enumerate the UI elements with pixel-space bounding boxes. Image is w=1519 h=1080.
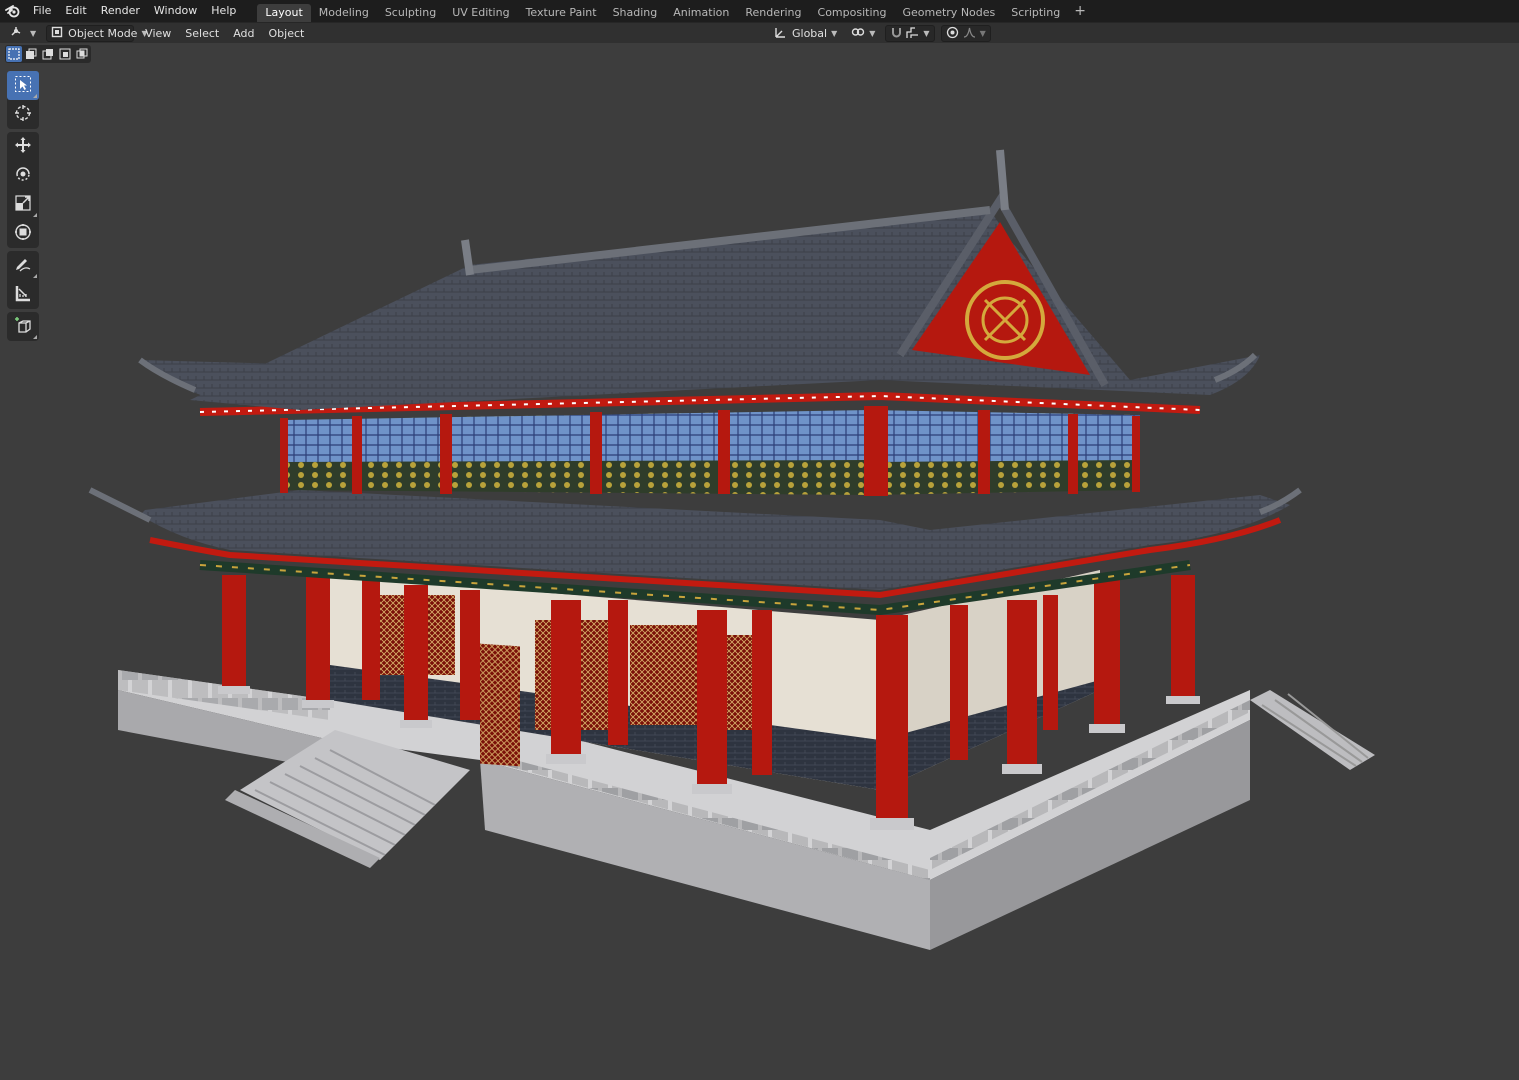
add-tool-group bbox=[7, 312, 39, 341]
falloff-curve-icon bbox=[963, 26, 976, 42]
add-workspace-button[interactable]: + bbox=[1068, 3, 1092, 19]
selection-mode-group bbox=[5, 45, 91, 63]
transform-controls: Global ▼ ▼ ▼ ▼ bbox=[770, 25, 991, 42]
annotate-tool[interactable] bbox=[7, 251, 39, 280]
menu-window[interactable]: Window bbox=[147, 0, 204, 22]
menu-select[interactable]: Select bbox=[178, 23, 226, 44]
transform-icon bbox=[14, 223, 32, 244]
cursor-icon bbox=[14, 104, 32, 125]
tool-variants-corner bbox=[33, 335, 37, 339]
mode-label: Object Mode bbox=[68, 26, 138, 40]
tab-animation[interactable]: Animation bbox=[665, 4, 737, 22]
select-subtract-icon[interactable] bbox=[40, 46, 56, 62]
measure-tool[interactable] bbox=[7, 280, 39, 309]
temple-model-render bbox=[88, 149, 1375, 950]
menu-help[interactable]: Help bbox=[204, 0, 243, 22]
tab-geometry-nodes[interactable]: Geometry Nodes bbox=[894, 4, 1003, 22]
move-arrows-icon bbox=[14, 136, 32, 157]
tool-variants-corner bbox=[33, 274, 37, 278]
chevron-down-icon: ▼ bbox=[831, 29, 838, 38]
scale-tool[interactable] bbox=[7, 190, 39, 219]
blender-logo-icon[interactable] bbox=[0, 0, 26, 22]
tab-rendering[interactable]: Rendering bbox=[737, 4, 809, 22]
viewport-header: ▼ Object Mode ▼ View Select Add Object G… bbox=[0, 22, 1519, 43]
menu-view[interactable]: View bbox=[138, 23, 178, 44]
annotate-tool-group bbox=[7, 251, 39, 309]
orientation-axes-icon bbox=[774, 26, 787, 42]
chevron-down-icon: ▼ bbox=[979, 29, 986, 38]
proportional-editing-icon bbox=[946, 26, 959, 42]
add-cube-tool[interactable] bbox=[7, 312, 39, 341]
select-box-tool[interactable] bbox=[7, 71, 39, 100]
tab-modeling[interactable]: Modeling bbox=[311, 4, 377, 22]
transform-orientation-selector[interactable]: Global ▼ bbox=[770, 25, 841, 42]
tab-layout[interactable]: Layout bbox=[257, 4, 311, 22]
ruler-icon bbox=[14, 284, 32, 305]
tool-variants-corner bbox=[33, 94, 37, 98]
select-box-icon bbox=[14, 75, 32, 96]
proportional-editing-toggle[interactable]: ▼ bbox=[940, 25, 991, 42]
object-mode-icon bbox=[51, 26, 63, 41]
transform-tool[interactable] bbox=[7, 219, 39, 248]
tab-uv-editing[interactable]: UV Editing bbox=[444, 4, 517, 22]
tab-shading[interactable]: Shading bbox=[605, 4, 666, 22]
chevron-down-icon: ▼ bbox=[923, 29, 930, 38]
select-invert-icon[interactable] bbox=[57, 46, 73, 62]
tab-compositing[interactable]: Compositing bbox=[810, 4, 895, 22]
pencil-icon bbox=[14, 255, 32, 276]
workspace-tabs: Layout Modeling Sculpting UV Editing Tex… bbox=[257, 0, 1092, 22]
chevron-down-icon: ▼ bbox=[30, 28, 37, 38]
upper-story bbox=[199, 391, 1201, 496]
select-intersect-icon[interactable] bbox=[74, 46, 90, 62]
rotate-tool[interactable] bbox=[7, 161, 39, 190]
menu-object[interactable]: Object bbox=[262, 23, 312, 44]
link-icon bbox=[851, 26, 865, 41]
select-extend-icon[interactable] bbox=[23, 46, 39, 62]
menu-edit[interactable]: Edit bbox=[58, 0, 93, 22]
tool-shelf bbox=[7, 71, 39, 344]
menu-add[interactable]: Add bbox=[226, 23, 261, 44]
upper-roof bbox=[138, 149, 1260, 410]
snap-toggle[interactable]: ▼ bbox=[885, 25, 935, 42]
mode-selector[interactable]: Object Mode ▼ bbox=[46, 24, 148, 42]
editor-type-button[interactable]: ▼ bbox=[6, 25, 40, 42]
select-tool-group bbox=[7, 71, 39, 129]
scale-icon bbox=[14, 194, 32, 215]
tool-variants-corner bbox=[33, 213, 37, 217]
cursor-tool[interactable] bbox=[7, 100, 39, 129]
editor-type-icon bbox=[10, 25, 26, 41]
transform-tool-group bbox=[7, 132, 39, 248]
chevron-down-icon: ▼ bbox=[869, 29, 876, 38]
pivot-point-selector[interactable]: ▼ bbox=[847, 25, 879, 42]
tab-texture-paint[interactable]: Texture Paint bbox=[518, 4, 605, 22]
orientation-label: Global bbox=[792, 27, 828, 40]
add-cube-icon bbox=[14, 316, 32, 337]
menu-render[interactable]: Render bbox=[94, 0, 147, 22]
snap-increment-icon bbox=[906, 26, 919, 42]
select-new-icon[interactable] bbox=[6, 46, 22, 62]
top-menu-bar: File Edit Render Window Help Layout Mode… bbox=[0, 0, 1519, 22]
menu-file[interactable]: File bbox=[26, 0, 58, 22]
rotate-icon bbox=[14, 165, 32, 186]
tab-scripting[interactable]: Scripting bbox=[1003, 4, 1068, 22]
move-tool[interactable] bbox=[7, 132, 39, 161]
3d-viewport[interactable] bbox=[0, 44, 1519, 1080]
magnet-icon bbox=[890, 26, 903, 42]
tab-sculpting[interactable]: Sculpting bbox=[377, 4, 444, 22]
